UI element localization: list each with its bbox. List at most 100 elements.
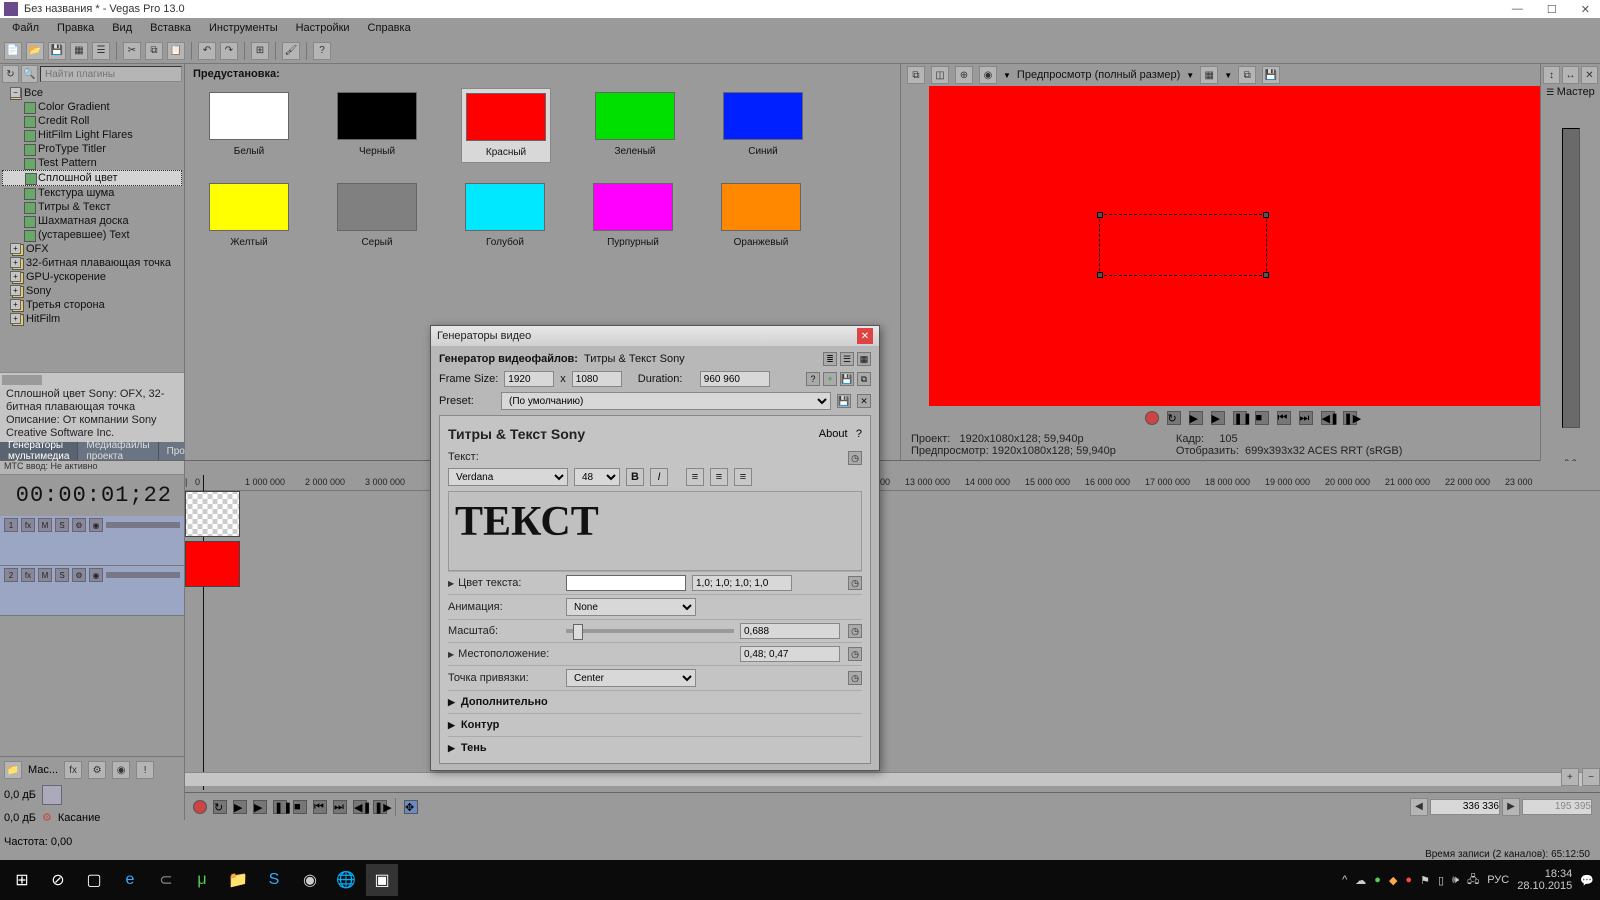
meter-btn3[interactable]: ✕ [1581,66,1598,84]
tl-record-icon[interactable] [193,800,207,814]
play-start-icon[interactable]: ▶ [1189,411,1203,425]
timeline-ruler[interactable]: | 0 1 000 000 2 000 000 3 000 000 800 00… [185,461,1600,491]
tree-item[interactable]: (устаревшее) Text [2,228,182,242]
tl-tool-icon[interactable]: ✥ [404,800,418,814]
utorrent-icon[interactable]: μ [186,864,218,896]
tl-prev-icon[interactable]: ◀❚ [353,800,367,814]
preview-viewport[interactable] [929,86,1550,406]
tl-play-icon[interactable]: ▶ [253,800,267,814]
skype-icon[interactable]: S [258,864,290,896]
tree-folder[interactable]: OFX [2,242,182,256]
brush-icon[interactable]: 🖌 [282,42,300,60]
help-link[interactable]: ? [856,428,862,440]
preset-swatch[interactable]: Пурпурный [593,183,673,248]
explorer-icon[interactable]: 📁 [222,864,254,896]
keyframe-icon[interactable]: ◷ [848,647,862,661]
font-select[interactable]: Verdana [448,468,568,486]
tree-item-selected[interactable]: Сплошной цвет [2,170,182,186]
meter-btn1[interactable]: ↕ [1543,66,1560,84]
preset-swatch[interactable]: Белый [209,92,289,159]
bold-button[interactable]: B [626,468,644,486]
search-input[interactable] [40,66,182,82]
save-icon[interactable]: 💾 [48,42,66,60]
marker-next-icon[interactable]: ▶ [1502,798,1520,816]
track-mute-icon[interactable]: M [38,518,52,532]
menu-help[interactable]: Справка [360,20,419,36]
cut-icon[interactable]: ✂ [123,42,141,60]
length-field[interactable] [1522,799,1592,815]
track-lock-icon[interactable]: ◉ [89,568,103,582]
track-auto-icon[interactable]: ⚙ [72,568,86,582]
tree-folder[interactable]: HitFilm [2,312,182,326]
vegas-icon[interactable]: ▣ [366,864,398,896]
play-icon[interactable]: ▶ [1211,411,1225,425]
add-icon[interactable]: + [823,372,837,386]
tree-item[interactable]: Test Pattern [2,156,182,170]
record-icon[interactable] [1145,411,1159,425]
keyframe-icon[interactable]: ◷ [848,624,862,638]
menu-edit[interactable]: Правка [49,20,102,36]
tray-icon[interactable]: ▯ [1438,874,1444,887]
render-icon[interactable]: ▦ [70,42,88,60]
preset-swatch[interactable]: Зеленый [595,92,675,159]
bus-auto-icon[interactable]: ⚙ [88,761,106,779]
chrome-icon[interactable]: 🌐 [330,864,362,896]
fader-icon[interactable] [42,785,62,805]
italic-button[interactable]: I [650,468,668,486]
goto-start-icon[interactable]: ⏮ [1277,411,1291,425]
steam-icon[interactable]: ◉ [294,864,326,896]
tree-item[interactable]: Шахматная доска [2,214,182,228]
preset-swatch[interactable]: Голубой [465,183,545,248]
frame-height-input[interactable] [572,371,622,387]
preset-swatch[interactable]: Синий [723,92,803,159]
preset-swatch[interactable]: Черный [337,92,417,159]
search-icon[interactable]: 🔍 [21,65,38,83]
preview-fx-icon[interactable]: ⊕ [955,66,973,84]
tree-folder[interactable]: Третья сторона [2,298,182,312]
preset-swatch[interactable]: Красный [461,88,551,163]
tray-icon[interactable]: 🖧 [1467,871,1479,890]
loop-icon[interactable]: ↻ [1167,411,1181,425]
tab-generators[interactable]: Генераторы мультимедиа [0,442,78,460]
start-icon[interactable]: ⊞ [6,864,38,896]
keyframe-icon[interactable]: ◷ [848,451,862,465]
track-solo-icon[interactable]: S [55,568,69,582]
group-shadow[interactable]: Тень [448,736,862,759]
help-icon[interactable]: ? [806,372,820,386]
close-button[interactable]: ✕ [1575,3,1596,16]
stop-icon[interactable]: ■ [1255,411,1269,425]
plugin-tree[interactable]: Все Color Gradient Credit Roll HitFilm L… [0,84,184,372]
tray-up-icon[interactable]: ^ [1342,874,1347,886]
menu-tools[interactable]: Инструменты [201,20,286,36]
position-field[interactable] [1430,799,1500,815]
video-track-1[interactable]: 1 fx M S ⚙ ◉ [0,516,184,566]
frame-width-input[interactable] [504,371,554,387]
menu-settings[interactable]: Настройки [288,20,358,36]
tray-notifications-icon[interactable]: 💬 [1580,874,1594,887]
animation-select[interactable]: None [566,598,696,616]
tl-next-icon[interactable]: ❚▶ [373,800,387,814]
preview-grid-icon[interactable]: ▦ [1200,66,1218,84]
track-lock-icon[interactable]: ◉ [89,518,103,532]
snap-icon[interactable]: ⊞ [251,42,269,60]
save-preset-icon[interactable]: 💾 [840,372,854,386]
duration-input[interactable] [700,371,770,387]
tl-pause-icon[interactable]: ❚❚ [273,800,287,814]
tl-end-icon[interactable]: ⏭ [333,800,347,814]
props-icon[interactable]: ☰ [92,42,110,60]
tree-folder[interactable]: Sony [2,284,182,298]
anchor-select[interactable]: Center [566,669,696,687]
tray-icon[interactable]: ● [1374,874,1381,886]
goto-end-icon[interactable]: ⏭ [1299,411,1313,425]
scale-input[interactable] [740,623,840,639]
text-preview[interactable]: ТЕКСТ [448,491,862,571]
preset-swatch[interactable]: Оранжевый [721,183,801,248]
timeline[interactable]: 1 057 757 | 0 1 000 000 2 000 000 3 000 … [185,461,1600,820]
maximize-button[interactable]: ☐ [1541,3,1563,16]
clip-text[interactable] [185,491,240,537]
prev-frame-icon[interactable]: ◀❚ [1321,411,1335,425]
tray-icon[interactable]: ⚑ [1420,874,1430,887]
tray-lang[interactable]: РУС [1487,874,1509,886]
tray-icon[interactable]: ◆ [1389,874,1397,887]
align-center-button[interactable]: ≡ [710,468,728,486]
